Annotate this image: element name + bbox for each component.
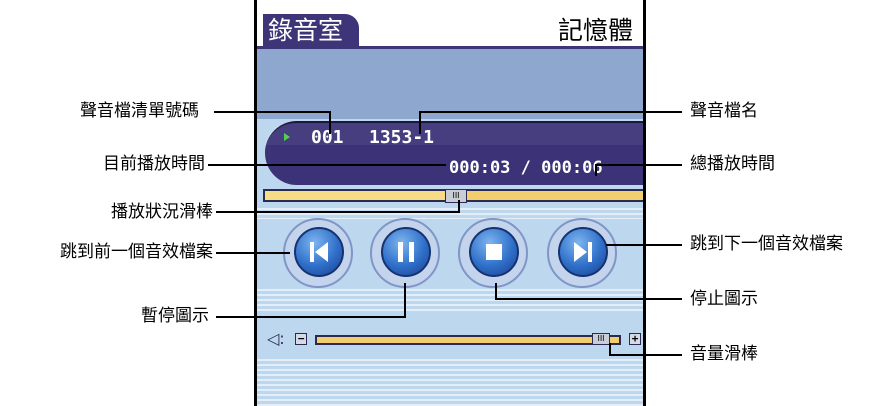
callout-jump-previous: 跳到前一個音效檔案 <box>60 242 213 262</box>
stripe-band <box>257 286 643 314</box>
volume-slider-thumb[interactable]: III <box>592 333 610 345</box>
callout-volume-slider: 音量滑棒 <box>690 344 758 364</box>
stop-icon <box>486 244 502 260</box>
callout-track-file-name: 聲音檔名 <box>690 101 758 121</box>
pause-button[interactable] <box>370 218 440 288</box>
recorder-screen: 錄音室 記憶體 001 1353-1 000:03 / 000:06 III ◁… <box>254 0 646 406</box>
elapsed-time: 000:03 <box>449 158 511 178</box>
next-track-button[interactable] <box>547 218 617 288</box>
pause-icon <box>398 242 414 262</box>
time-separator: / <box>520 158 531 178</box>
skip-forward-icon <box>574 242 592 262</box>
volume-control: ◁: − III + <box>267 329 643 348</box>
stop-button[interactable] <box>458 218 528 288</box>
callout-playback-slider: 播放狀況滑棒 <box>111 202 213 222</box>
volume-down-button[interactable]: − <box>295 333 307 345</box>
track-info-panel: 001 1353-1 000:03 / 000:06 <box>265 121 643 185</box>
callout-jump-next: 跳到下一個音效檔案 <box>690 234 843 254</box>
callout-track-list-number: 聲音檔清單號碼 <box>80 101 199 121</box>
time-display: 000:03 / 000:06 <box>449 157 603 179</box>
stripe-band <box>257 356 643 406</box>
stripe-band <box>257 205 643 219</box>
track-name: 1353-1 <box>369 127 435 148</box>
total-time: 000:06 <box>541 158 603 178</box>
skip-back-icon <box>310 242 328 262</box>
previous-track-button[interactable] <box>283 218 353 288</box>
speaker-icon: ◁: <box>267 329 285 348</box>
title-bar: 錄音室 記憶體 <box>257 0 643 49</box>
volume-slider[interactable]: III <box>315 333 621 345</box>
play-indicator-icon <box>284 133 290 141</box>
header-band <box>257 49 643 119</box>
callout-pause-icon: 暫停圖示 <box>141 306 209 326</box>
storage-label[interactable]: 記憶體 <box>558 14 633 48</box>
playback-progress-fill <box>265 191 445 200</box>
app-title: 錄音室 <box>263 14 360 48</box>
playback-slider[interactable]: III <box>263 189 643 203</box>
callout-total-play-time: 總播放時間 <box>690 154 775 174</box>
callout-stop-icon: 停止圖示 <box>690 289 758 309</box>
callout-current-play-time: 目前播放時間 <box>103 154 205 174</box>
playback-slider-thumb[interactable]: III <box>445 189 467 203</box>
track-number: 001 <box>311 127 344 148</box>
volume-up-button[interactable]: + <box>629 333 641 345</box>
